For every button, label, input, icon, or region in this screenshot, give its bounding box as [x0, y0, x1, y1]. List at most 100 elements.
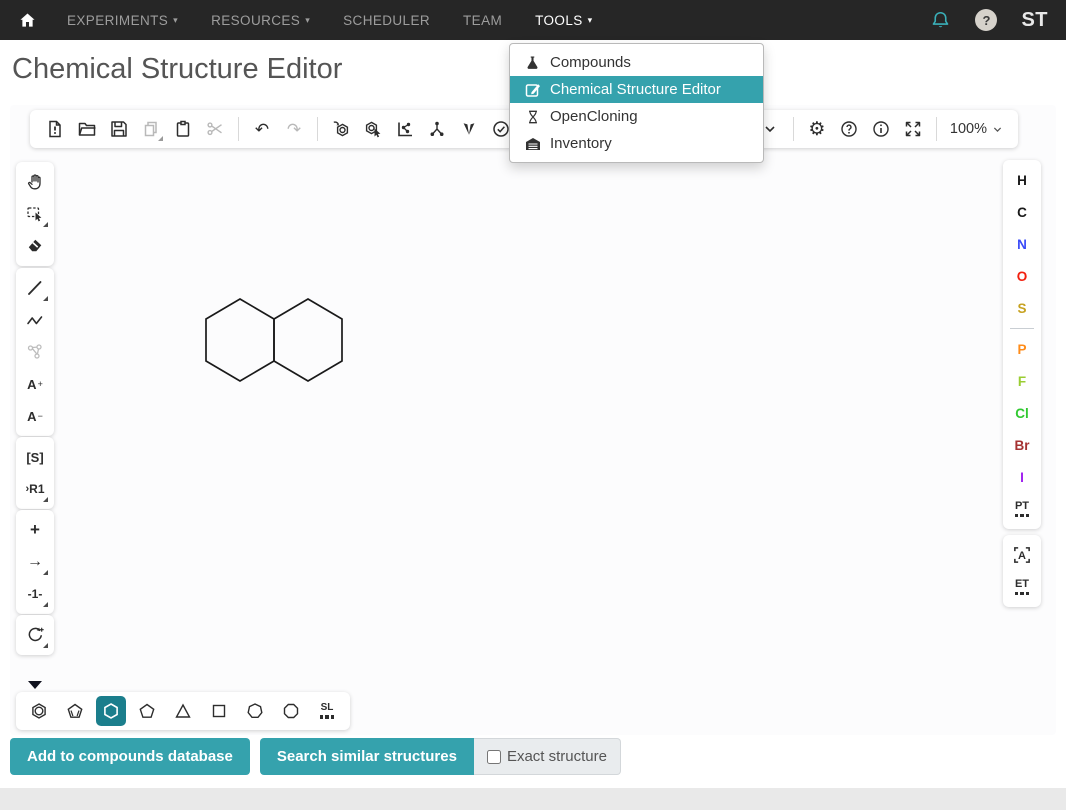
zoom-level-dropdown[interactable]: 100% — [944, 119, 1009, 139]
element-O[interactable]: O — [1007, 260, 1037, 292]
search-similar-button[interactable]: Search similar structures — [260, 738, 474, 775]
exact-structure-label: Exact structure — [507, 748, 607, 765]
fused-ring-structure — [206, 299, 342, 381]
element-Cl[interactable]: Cl — [1007, 397, 1037, 429]
menu-item-chemical-structure-editor[interactable]: Chemical Structure Editor — [510, 76, 763, 103]
rotate-tool[interactable] — [20, 620, 50, 650]
template-cyclooctane[interactable] — [276, 696, 306, 726]
periodic-table-button[interactable]: PT — [1007, 493, 1037, 525]
redo-button[interactable]: ↷ — [281, 116, 308, 143]
more-tools-arrow[interactable] — [28, 681, 42, 689]
structure-editor: ↶ ↷ ⚙ — [10, 105, 1056, 735]
nav-experiments[interactable]: EXPERIMENTS▾ — [67, 13, 178, 28]
undo-button[interactable]: ↶ — [249, 116, 276, 143]
menu-item-inventory[interactable]: Inventory — [510, 130, 763, 157]
nav-scheduler[interactable]: SCHEDULER — [343, 13, 430, 28]
layout-button[interactable] — [392, 116, 419, 143]
paste-button[interactable] — [170, 116, 197, 143]
template-benzene[interactable] — [24, 696, 54, 726]
user-avatar[interactable]: ST — [1021, 9, 1048, 32]
template-cyclobutane[interactable] — [204, 696, 234, 726]
nav-resources[interactable]: RESOURCES▾ — [211, 13, 310, 28]
cut-button[interactable] — [202, 116, 229, 143]
element-F[interactable]: F — [1007, 365, 1037, 397]
molecule-canvas[interactable] — [10, 105, 1056, 735]
template-cyclopentane[interactable] — [132, 696, 162, 726]
select-tools-group — [16, 162, 54, 266]
edit-icon — [524, 82, 541, 98]
help-circle-icon[interactable] — [835, 116, 862, 143]
reaction-mapping-tool[interactable]: -1- — [20, 579, 50, 609]
reaction-arrow-tool[interactable]: → — [20, 547, 50, 577]
toolbar-divider — [936, 117, 937, 141]
caret-down-icon: ▾ — [305, 16, 310, 25]
add-to-compounds-button[interactable]: Add to compounds database — [10, 738, 250, 775]
dearomatize-button[interactable] — [360, 116, 387, 143]
stereochemistry-tool[interactable] — [20, 337, 50, 367]
menu-item-opencloning[interactable]: OpenCloning — [510, 103, 763, 130]
sgroup-tool[interactable]: [S] — [20, 442, 50, 472]
calculate-cip-button[interactable] — [456, 116, 483, 143]
top-navbar: EXPERIMENTS▾ RESOURCES▾ SCHEDULER TEAM T… — [0, 0, 1066, 40]
about-info-icon[interactable] — [867, 116, 894, 143]
bond-tool[interactable] — [20, 273, 50, 303]
home-icon[interactable] — [18, 11, 37, 30]
nav-team[interactable]: TEAM — [463, 13, 502, 28]
help-icon[interactable]: ? — [975, 9, 997, 31]
copy-button[interactable] — [138, 116, 165, 143]
template-cyclopentadiene[interactable] — [60, 696, 90, 726]
dots-icon — [1015, 514, 1030, 518]
element-I[interactable]: I — [1007, 461, 1037, 493]
template-cyclohexane[interactable] — [96, 696, 126, 726]
rgroup-tool[interactable]: › R1 — [20, 474, 50, 504]
element-H[interactable]: H — [1007, 164, 1037, 196]
clear-canvas-button[interactable] — [42, 116, 69, 143]
hand-tool[interactable] — [20, 167, 50, 197]
open-button[interactable] — [74, 116, 101, 143]
flask-icon — [524, 55, 541, 71]
template-cyclopropane[interactable] — [168, 696, 198, 726]
reaction-plus-tool[interactable]: + — [20, 515, 50, 545]
chain-tool[interactable] — [20, 305, 50, 335]
caret-down-icon: ▾ — [173, 16, 178, 25]
tools-dropdown-menu: Compounds Chemical Structure Editor Open… — [509, 43, 764, 163]
toolbar-divider — [317, 117, 318, 141]
group-tools-group: [S] › R1 — [16, 437, 54, 509]
element-N[interactable]: N — [1007, 228, 1037, 260]
element-P[interactable]: P — [1007, 333, 1037, 365]
charge-plus-tool[interactable]: A+ — [20, 369, 50, 399]
dots-icon — [1015, 592, 1030, 596]
toolbar-divider — [793, 117, 794, 141]
zoom-level-value: 100% — [950, 121, 987, 137]
element-S[interactable]: S — [1007, 292, 1037, 324]
caret-down-icon: ▾ — [588, 16, 593, 25]
element-panel: H C N O S P F Cl Br I PT — [1003, 160, 1041, 529]
exact-structure-checkbox[interactable] — [487, 750, 501, 764]
fullscreen-icon[interactable] — [899, 116, 926, 143]
structure-library-button[interactable]: SL — [312, 696, 342, 726]
charge-minus-tool[interactable]: A− — [20, 401, 50, 431]
toolbar-divider — [238, 117, 239, 141]
svg-text:A: A — [1018, 550, 1026, 562]
bottom-actions: Add to compounds database Search similar… — [10, 738, 621, 775]
settings-gear-icon[interactable]: ⚙ — [803, 116, 830, 143]
selection-tool[interactable] — [20, 199, 50, 229]
save-button[interactable] — [106, 116, 133, 143]
element-C[interactable]: C — [1007, 196, 1037, 228]
dots-icon — [320, 715, 335, 719]
search-group: Search similar structures Exact structur… — [260, 738, 621, 775]
element-Br[interactable]: Br — [1007, 429, 1037, 461]
eraser-tool[interactable] — [20, 231, 50, 261]
clean-up-button[interactable] — [424, 116, 451, 143]
any-atom-button[interactable]: A — [1007, 539, 1037, 571]
menu-item-compounds[interactable]: Compounds — [510, 49, 763, 76]
template-cycloheptane[interactable] — [240, 696, 270, 726]
inventory-icon — [524, 136, 541, 152]
aromatize-button[interactable] — [328, 116, 355, 143]
transform-tools-group — [16, 615, 54, 655]
reaction-tools-group: + → -1- — [16, 510, 54, 614]
extended-table-button[interactable]: ET — [1007, 571, 1037, 603]
nav-tools[interactable]: TOOLS▾ — [535, 13, 592, 28]
extended-atom-panel: A ET — [1003, 535, 1041, 607]
notifications-bell-icon[interactable] — [930, 10, 951, 31]
